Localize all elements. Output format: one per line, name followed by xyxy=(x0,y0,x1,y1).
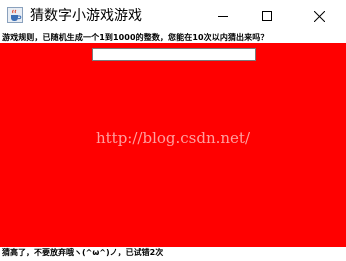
game-panel: http://blog.csdn.net/ xyxy=(0,43,346,247)
title-bar[interactable]: 猜数字小游戏游戏 xyxy=(0,0,346,32)
close-icon xyxy=(313,10,325,22)
maximize-button[interactable] xyxy=(244,0,290,32)
minimize-icon xyxy=(218,11,228,21)
minimize-button[interactable] xyxy=(200,0,246,32)
maximize-icon xyxy=(262,11,272,21)
guess-input[interactable] xyxy=(92,48,256,61)
watermark-text: http://blog.csdn.net/ xyxy=(95,129,251,147)
game-rules-label: 游戏规则，已随机生成一个1到1000的整数，您能在10次以内猜出来吗？ xyxy=(2,33,269,42)
java-cup-icon xyxy=(7,7,23,23)
close-button[interactable] xyxy=(296,0,342,32)
game-window: 猜数字小游戏游戏 游戏规则，已随机生成一个1到1000的整数，您能在10次以内猜… xyxy=(0,0,346,261)
window-title: 猜数字小游戏游戏 xyxy=(30,8,142,24)
status-label: 猜高了，不要放弃哦ヽ(^ω^)ノ，已试错2次 xyxy=(2,248,164,257)
